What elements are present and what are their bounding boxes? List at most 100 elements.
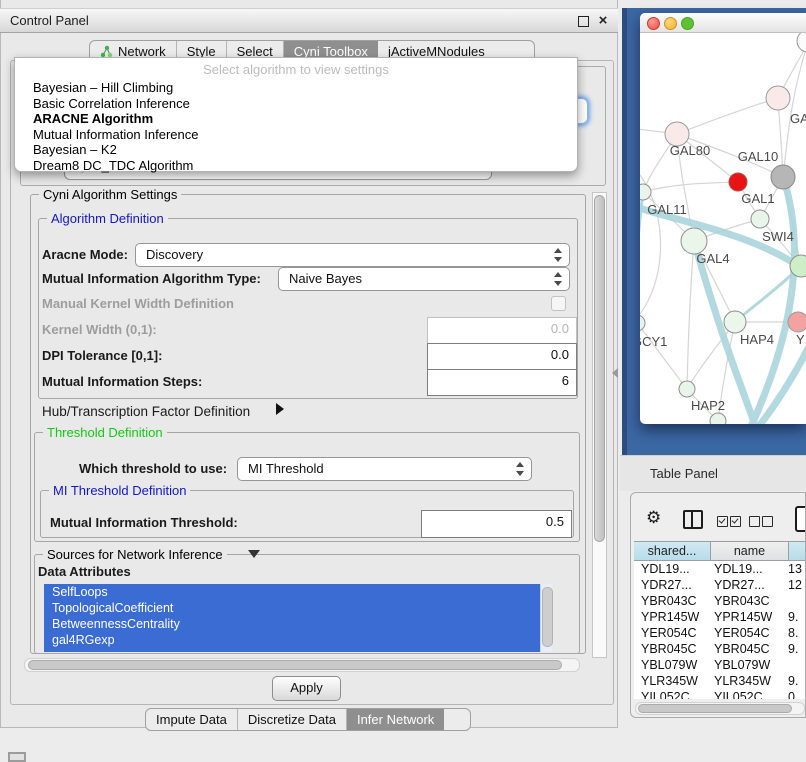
network-canvas[interactable]: GAL GAL80 GAL10 GAL1 GAL11 SWI4 GAL4 GCY… xyxy=(640,33,806,424)
splitter-arrow-icon[interactable] xyxy=(612,368,618,378)
cyni-algorithm-settings-title: Cyni Algorithm Settings xyxy=(39,187,181,202)
mi-type-combo[interactable]: Naive Bayes xyxy=(278,267,570,291)
network-node-gcy1[interactable] xyxy=(640,315,645,331)
node-label: HAP2 xyxy=(691,398,725,413)
column-header-shared[interactable]: shared... xyxy=(634,541,711,561)
close-traffic-icon[interactable] xyxy=(647,17,660,30)
list-item-selfloops[interactable]: SelfLoops xyxy=(44,584,552,600)
combo-arrows-icon xyxy=(516,461,525,477)
settings-hscrollbar[interactable] xyxy=(24,658,580,672)
column-layout-icon[interactable] xyxy=(683,510,703,529)
table-panel-title: Table Panel xyxy=(650,466,718,481)
node-label: GAL11 xyxy=(647,202,687,217)
kernel-width-label: Kernel Width (0,1): xyxy=(42,322,157,337)
combo-arrows-icon xyxy=(554,247,563,263)
table-row[interactable]: YDR27...YDR27...12 xyxy=(634,577,806,593)
network-node[interactable] xyxy=(710,413,726,424)
zoom-traffic-icon[interactable] xyxy=(681,17,694,30)
aracne-mode-label: Aracne Mode: xyxy=(42,247,128,262)
network-node[interactable] xyxy=(797,33,806,52)
control-panel-titlebar[interactable]: Control Panel × xyxy=(0,8,618,33)
table-settings-gear-icon[interactable]: ⚙ xyxy=(646,508,661,528)
mi-steps-field[interactable]: 6 xyxy=(427,369,577,396)
sources-title[interactable]: Sources for Network Inference xyxy=(43,547,227,562)
algorithm-option-bayesian-hill-climbing[interactable]: Bayesian – Hill Climbing xyxy=(15,80,577,96)
table-row[interactable]: YBR043CYBR043C xyxy=(634,593,806,609)
list-item-betweennesscentrality[interactable]: BetweennessCentrality xyxy=(44,616,552,632)
scrollbar-thumb[interactable] xyxy=(638,704,792,713)
algorithm-option-mutual-information[interactable]: Mutual Information Inference xyxy=(15,127,577,143)
tab-infer-network[interactable]: Infer Network xyxy=(347,709,444,730)
mi-threshold-field[interactable]: 0.5 xyxy=(421,510,572,538)
data-attributes-list[interactable]: SelfLoops TopologicalCoefficient Between… xyxy=(44,584,552,652)
data-attributes-label: Data Attributes xyxy=(38,564,131,579)
mi-threshold-definition-title: MI Threshold Definition xyxy=(49,483,190,498)
table-panel-strip: Table Panel xyxy=(620,455,806,491)
network-node-gal11[interactable] xyxy=(640,184,651,200)
table-row[interactable]: YIL052CYIL052C0. xyxy=(634,689,806,699)
dpi-tolerance-field[interactable]: 0.0 xyxy=(427,343,577,370)
table-row[interactable]: YLR345WYLR345W9. xyxy=(634,673,806,689)
node-label: GAL1 xyxy=(741,191,774,206)
expand-right-icon[interactable] xyxy=(276,403,284,415)
network-node-hap2[interactable] xyxy=(679,381,695,397)
node-label: SWI4 xyxy=(762,229,794,244)
column-header-partial[interactable] xyxy=(789,541,806,561)
mi-steps-label: Mutual Information Steps: xyxy=(42,374,202,389)
network-node-gal10[interactable] xyxy=(771,165,795,189)
float-window-button[interactable] xyxy=(576,14,590,28)
hub-definition-label[interactable]: Hub/Transcription Factor Definition xyxy=(42,404,250,419)
table-body[interactable]: YDL19...YDL19...13 YDR27...YDR27...12 YB… xyxy=(634,561,806,699)
network-node-gal1[interactable] xyxy=(751,210,769,228)
deselect-all-columns-icon[interactable] xyxy=(749,514,775,532)
table-hscrollbar[interactable] xyxy=(635,702,805,715)
manual-kernel-checkbox[interactable] xyxy=(551,296,566,311)
bottom-tabbar: Impute Data Discretize Data Infer Networ… xyxy=(145,708,471,731)
algorithm-option-bayesian-k2[interactable]: Bayesian – K2 xyxy=(15,142,577,158)
mi-threshold-label: Mutual Information Threshold: xyxy=(50,515,238,530)
algorithm-definition-title: Algorithm Definition xyxy=(47,211,168,226)
attribute-list-scrollbar[interactable] xyxy=(540,584,552,652)
scrollbar-thumb[interactable] xyxy=(28,660,562,670)
network-node-gal-top[interactable] xyxy=(766,86,790,110)
apply-button[interactable]: Apply xyxy=(272,676,341,701)
node-label: GAL4 xyxy=(696,251,729,266)
scrollbar-thumb[interactable] xyxy=(542,587,553,647)
select-all-columns-icon[interactable] xyxy=(717,514,743,532)
scrollbar-thumb[interactable] xyxy=(594,195,605,542)
close-window-button[interactable]: × xyxy=(596,14,610,28)
tab-discretize-data[interactable]: Discretize Data xyxy=(238,709,347,730)
which-threshold-label: Which threshold to use: xyxy=(79,461,227,476)
network-window-titlebar[interactable] xyxy=(640,13,806,33)
minimize-traffic-icon[interactable] xyxy=(664,17,677,30)
node-label: HAP4 xyxy=(740,332,774,347)
algorithm-option-aracne[interactable]: ARACNE Algorithm xyxy=(15,111,577,127)
table-row[interactable]: YDL19...YDL19...13 xyxy=(634,561,806,577)
algorithm-option-basic-correlation[interactable]: Basic Correlation Inference xyxy=(15,96,577,112)
table-row[interactable]: YBR045CYBR045C9. xyxy=(634,641,806,657)
tab-impute-data[interactable]: Impute Data xyxy=(146,709,238,730)
table-panel-window: ⚙ shared... name YDL19...YDL19...13 YDR2… xyxy=(630,492,806,718)
kernel-width-field[interactable]: 0.0 xyxy=(427,317,577,344)
window-title: Control Panel xyxy=(10,13,89,28)
collapse-down-icon[interactable] xyxy=(248,550,260,558)
network-node-y[interactable] xyxy=(788,312,806,332)
table-function-icon[interactable] xyxy=(795,506,806,532)
column-header-name[interactable]: name xyxy=(711,541,789,561)
table-row[interactable]: YPR145WYPR145W9. xyxy=(634,609,806,625)
algorithm-option-dream8[interactable]: Dream8 DC_TDC Algorithm xyxy=(15,158,577,174)
network-node-red[interactable] xyxy=(729,173,747,191)
which-threshold-combo[interactable]: MI Threshold xyxy=(237,457,532,481)
algorithm-dropdown-popup: Select algorithm to view settings Bayesi… xyxy=(14,57,578,172)
list-item-gal4rgexp[interactable]: gal4RGexp xyxy=(44,632,552,648)
settings-vscrollbar[interactable] xyxy=(592,192,607,658)
table-row[interactable]: YER054CYER054C8. xyxy=(634,625,806,641)
float-icon xyxy=(578,16,589,27)
aracne-mode-combo[interactable]: Discovery xyxy=(135,243,570,267)
list-item-topologicalcoefficient[interactable]: TopologicalCoefficient xyxy=(44,600,552,616)
network-frame: GAL GAL80 GAL10 GAL1 GAL11 SWI4 GAL4 GCY… xyxy=(622,8,806,455)
network-graph[interactable]: GAL GAL80 GAL10 GAL1 GAL11 SWI4 GAL4 GCY… xyxy=(640,33,806,424)
network-node-hap4[interactable] xyxy=(724,311,746,333)
table-row[interactable]: YBL079WYBL079W xyxy=(634,657,806,673)
table-header-row: shared... name xyxy=(634,541,806,561)
